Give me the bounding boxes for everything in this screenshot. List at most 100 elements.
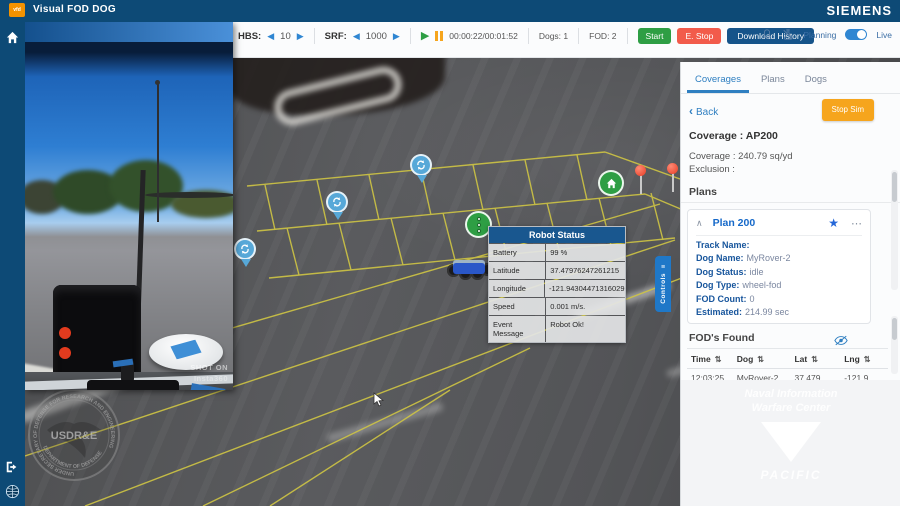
home-base-marker[interactable] <box>598 170 624 196</box>
antenna-pole <box>155 80 160 222</box>
plan-menu-icon[interactable]: ⋯ <box>851 217 862 230</box>
camera-feed-panel[interactable]: SHOT ON Insta360 <box>25 22 233 390</box>
sync-icon <box>410 154 432 176</box>
planning-label: Planning <box>803 29 837 40</box>
status-label: Longitude <box>489 280 544 297</box>
plan-field: Track Name: <box>696 239 750 250</box>
plan-field: FOD Count: 0 <box>696 293 755 304</box>
status-row: Speed 0.001 m/s. <box>489 298 625 315</box>
divider <box>313 28 315 44</box>
divider <box>527 28 529 44</box>
flask-icon[interactable] <box>782 28 794 41</box>
sync-waypoint-marker[interactable] <box>234 238 258 268</box>
hbs-label: HBS: <box>238 30 262 42</box>
robot-status-popup: Robot Status Battery 99 % Latitude 37.47… <box>488 226 626 343</box>
hbs-increment-button[interactable]: ▶ <box>297 31 304 41</box>
plan-field: Dog Name: MyRover-2 <box>696 253 791 263</box>
plan-field: Dog Status: idle <box>696 266 764 277</box>
globe-icon[interactable] <box>5 484 20 499</box>
status-row: Latitude 37.47976247261215 <box>489 262 625 279</box>
controls-tab[interactable]: ≡ Controls <box>655 256 671 312</box>
dogs-count: Dogs: 1 <box>538 31 569 41</box>
exclusion: Exclusion : <box>689 164 735 175</box>
start-button[interactable]: Start <box>637 27 672 45</box>
status-value: 37.47976247261215 <box>546 262 625 279</box>
status-label: Battery <box>489 244 546 261</box>
back-link[interactable]: ‹ Back <box>689 104 718 118</box>
sync-icon <box>234 238 256 260</box>
fods-found-header: FOD's Found <box>689 332 755 344</box>
usdre-watermark-seal: UNDER SECRETARY OF DEFENSE FOR RESEARCH … <box>28 389 120 481</box>
hbs-value: 10 <box>280 30 291 42</box>
star-icon[interactable]: ★ <box>828 216 839 230</box>
eye-slash-icon[interactable] <box>834 333 848 345</box>
status-value: Robot Ok! <box>546 316 625 342</box>
mouse-cursor <box>373 392 385 407</box>
logout-icon[interactable] <box>5 460 20 475</box>
plan-card: ∧ Plan 200 ★ ⋯ Track Name: Dog Name: MyRo… <box>687 209 871 324</box>
status-row: Battery 99 % <box>489 244 625 261</box>
divider <box>626 28 628 44</box>
status-value: 0.001 m/s. <box>546 298 625 315</box>
rover-3d-model[interactable] <box>445 250 494 284</box>
plan-field: Estimated: 214.99 sec <box>696 307 790 317</box>
home-icon[interactable] <box>5 30 20 45</box>
niwc-logo-triangle <box>761 421 821 462</box>
estop-button[interactable]: E. Stop <box>677 27 722 45</box>
svg-text:USDR&E: USDR&E <box>51 430 97 442</box>
fod-count: FOD: 2 <box>589 31 617 41</box>
play-icon[interactable]: ▶ <box>421 30 429 42</box>
divider <box>578 28 580 44</box>
robot-module <box>87 380 179 390</box>
camera-panel-header <box>25 22 233 42</box>
status-row: Event Message Robot Ok! <box>489 316 625 342</box>
controls-tab-label: Controls <box>659 273 667 304</box>
divider <box>409 28 411 44</box>
left-sidebar <box>0 22 25 506</box>
status-row: Longitude -121.94304471316029 <box>489 280 625 297</box>
table-header-row: Time ⇅ Dog ⇅ Lat ⇅ Lng ⇅ <box>687 349 888 369</box>
sort-icon[interactable]: ⇅ <box>811 355 818 364</box>
hbs-decrement-button[interactable]: ◀ <box>267 31 274 41</box>
srf-increment-button[interactable]: ▶ <box>393 31 400 41</box>
red-flag-pin[interactable] <box>635 165 647 195</box>
mission-timer: 00:00:22/00:01:52 <box>449 31 518 41</box>
red-flag-pin[interactable] <box>667 163 679 193</box>
app-window: vfd Visual FOD DOG SIEMENS HBS: ◀ 10 ▶ S… <box>0 0 900 506</box>
srf-decrement-button[interactable]: ◀ <box>353 31 360 41</box>
menu-icon: ≡ <box>660 264 666 272</box>
plans-section-header: Plans <box>681 176 900 203</box>
stop-sim-button[interactable]: Stop Sim <box>821 99 874 121</box>
tab-coverages[interactable]: Coverages <box>687 70 749 93</box>
sync-icon <box>326 191 348 213</box>
sort-icon[interactable]: ⇅ <box>715 355 722 364</box>
tab-plans[interactable]: Plans <box>753 70 793 93</box>
bell-icon[interactable] <box>761 28 773 41</box>
table-scrollbar[interactable] <box>891 316 898 374</box>
camera-photo: SHOT ON Insta360 <box>25 42 233 390</box>
plan-title[interactable]: Plan 200 <box>713 217 829 229</box>
sort-icon[interactable]: ⇅ <box>757 355 764 364</box>
pause-icon[interactable] <box>435 31 444 41</box>
panel-tabs: Coverages Plans Dogs <box>681 62 900 94</box>
sort-icon[interactable]: ⇅ <box>864 355 871 364</box>
niwc-watermark: Naval Information Warfare Center PACIFIC <box>681 380 900 506</box>
collapse-chevron-icon[interactable]: ∧ <box>696 218 703 229</box>
coverage-area: Coverage : 240.79 sq/yd <box>689 151 793 162</box>
siemens-logo: SIEMENS <box>826 3 892 18</box>
app-logo: vfd <box>9 3 25 17</box>
planning-live-toggle[interactable] <box>845 29 868 40</box>
status-value: 99 % <box>546 244 625 261</box>
panel-scrollbar[interactable] <box>891 170 898 290</box>
tab-dogs[interactable]: Dogs <box>797 70 835 93</box>
status-label: Latitude <box>489 262 546 279</box>
status-label: Speed <box>489 298 546 315</box>
sync-waypoint-marker[interactable] <box>326 191 350 221</box>
sync-waypoint-marker[interactable] <box>410 154 434 184</box>
status-label: Event Message <box>489 316 546 342</box>
page-title: Visual FOD DOG <box>33 4 116 15</box>
niwc-pacific-label: PACIFIC <box>760 467 822 482</box>
srf-label: SRF: <box>324 30 347 42</box>
status-value: -121.94304471316029 <box>545 280 625 297</box>
home-icon <box>606 178 616 188</box>
